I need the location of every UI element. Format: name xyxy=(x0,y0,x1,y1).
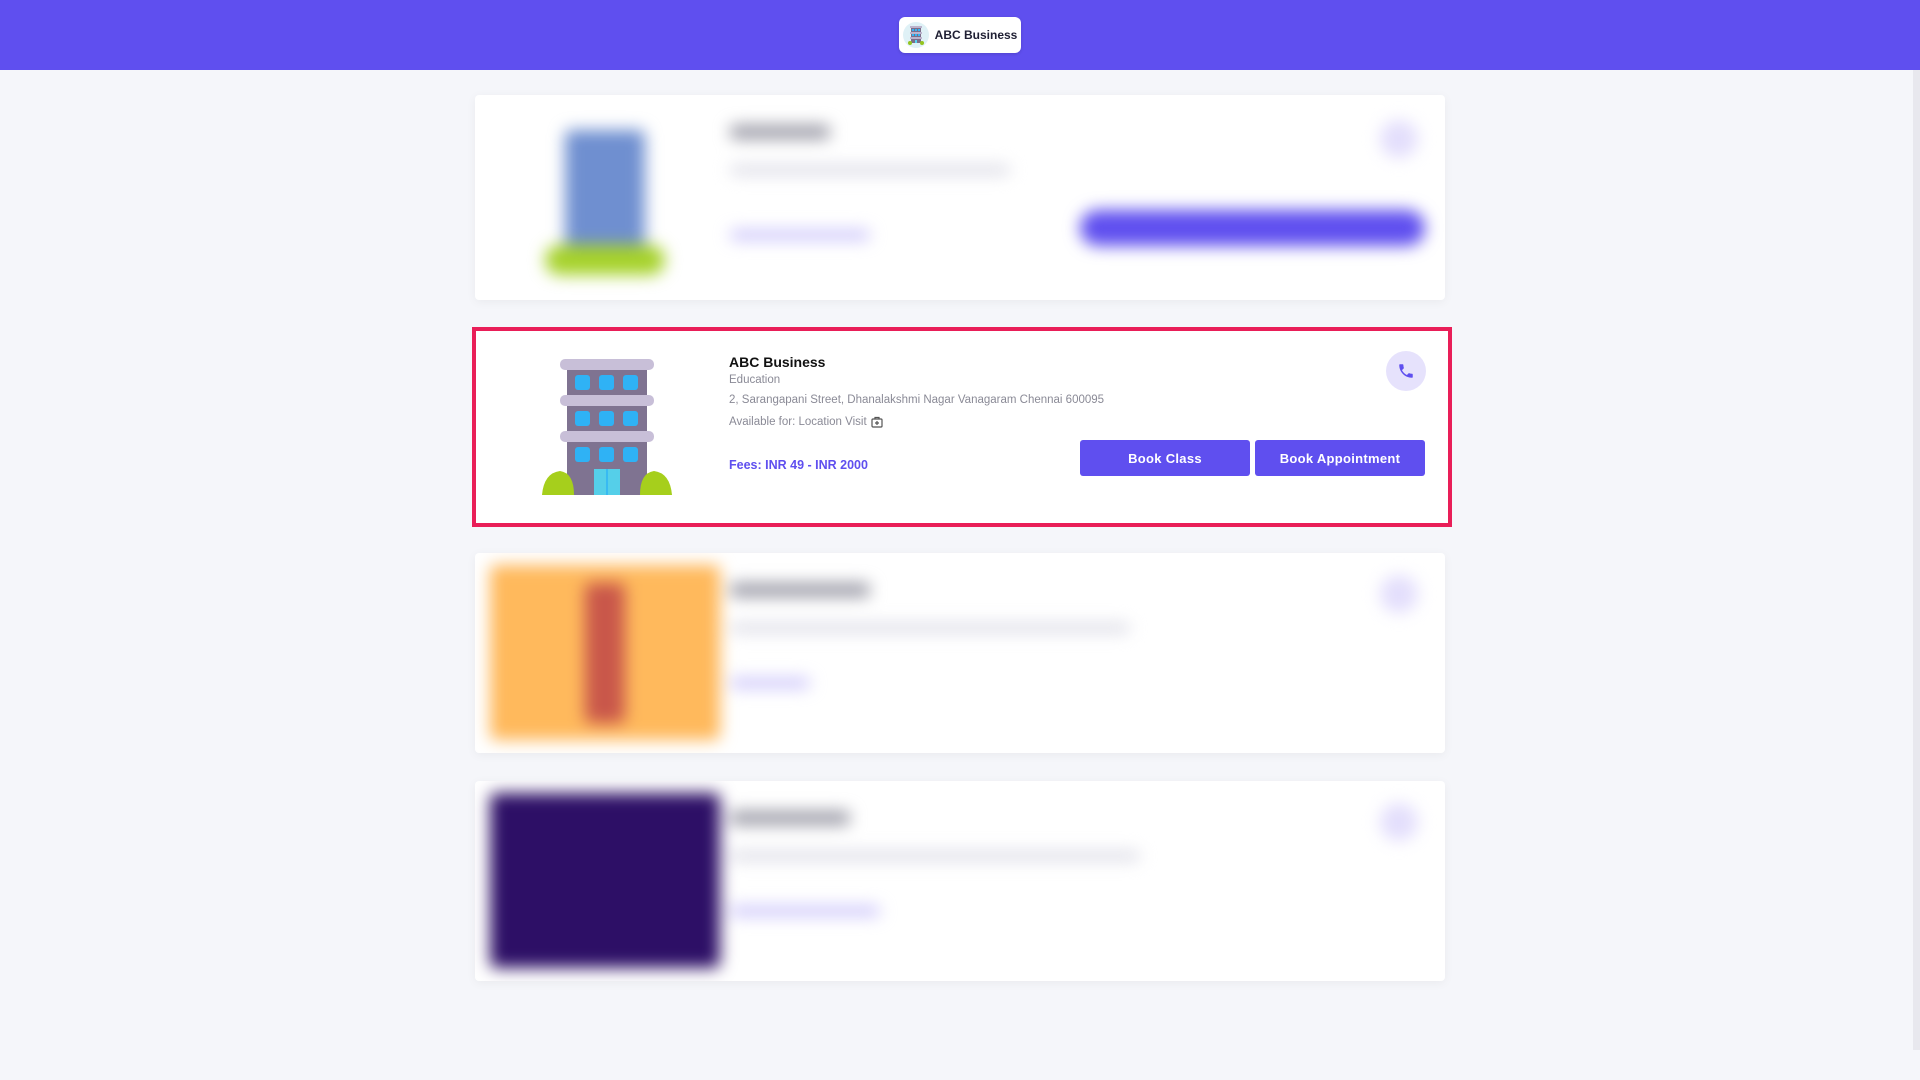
blurred-image xyxy=(585,583,625,723)
top-bar: ABC Business xyxy=(0,0,1920,70)
blurred-text xyxy=(730,906,880,916)
blurred-text xyxy=(730,230,870,240)
blurred-listing-card[interactable] xyxy=(475,95,1445,300)
building-icon xyxy=(902,22,929,48)
business-listing-card[interactable]: ABC Business Education 2, Sarangapani St… xyxy=(472,327,1452,527)
blurred-phone xyxy=(1380,575,1418,613)
call-button[interactable] xyxy=(1386,351,1426,391)
fees-range: Fees: INR 49 - INR 2000 xyxy=(729,458,868,472)
blurred-image xyxy=(545,245,665,275)
blurred-text xyxy=(730,125,830,139)
business-category: Education xyxy=(729,374,781,386)
blurred-listing-card[interactable] xyxy=(475,781,1445,981)
blurred-text xyxy=(730,583,870,597)
blurred-text xyxy=(730,623,1130,633)
location-visit-icon xyxy=(871,416,883,428)
book-appointment-button[interactable]: Book Appointment xyxy=(1255,440,1425,476)
availability-text: Available for: Location Visit xyxy=(729,416,867,428)
blurred-phone xyxy=(1380,120,1418,158)
phone-icon xyxy=(1399,364,1413,378)
blurred-listing-card[interactable] xyxy=(475,553,1445,753)
blurred-text xyxy=(730,851,1140,861)
brand-name: ABC Business xyxy=(934,28,1018,42)
blurred-button xyxy=(1080,210,1425,246)
blurred-text xyxy=(730,811,850,825)
availability: Available for: Location Visit xyxy=(729,416,883,428)
page-scrollbar[interactable] xyxy=(1913,70,1920,1050)
brand-logo-button[interactable]: ABC Business xyxy=(899,17,1021,53)
building-icon xyxy=(542,359,672,495)
book-class-button[interactable]: Book Class xyxy=(1080,440,1250,476)
blurred-phone xyxy=(1380,803,1418,841)
business-name[interactable]: ABC Business xyxy=(729,354,825,370)
blurred-text xyxy=(730,165,1010,175)
business-address: 2, Sarangapani Street, Dhanalakshmi Naga… xyxy=(729,394,1105,406)
blurred-text xyxy=(730,678,810,688)
blurred-image xyxy=(490,793,720,968)
